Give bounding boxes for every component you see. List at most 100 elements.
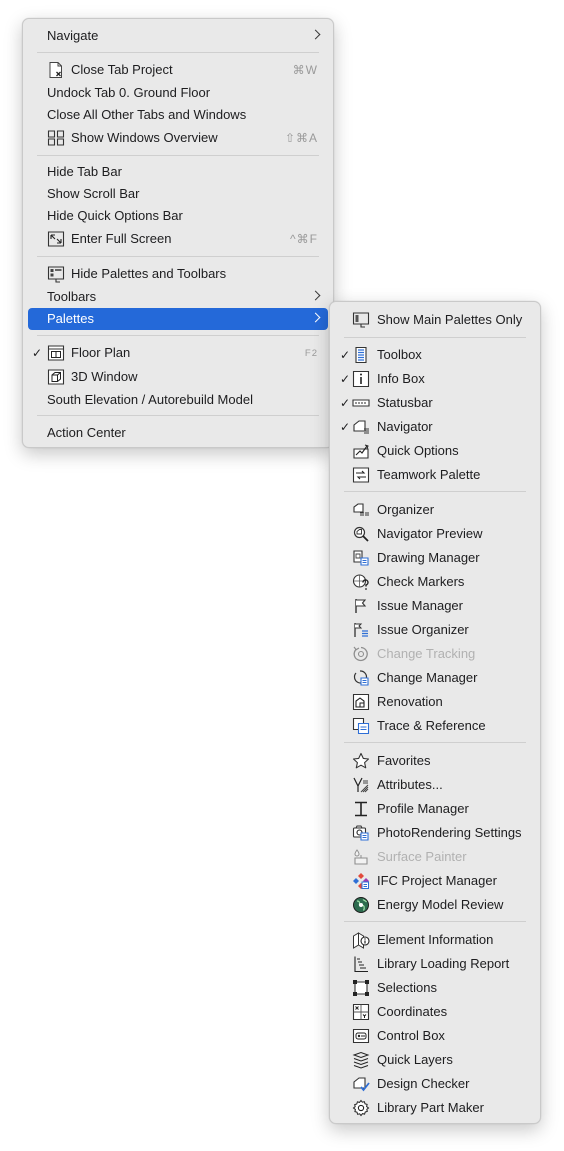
menu-item-label: Selections: [377, 980, 437, 995]
menu-item-attributes[interactable]: Attributes...: [335, 774, 535, 796]
menu-item-info-box[interactable]: ✓ Info Box: [335, 368, 535, 390]
menu-item-quick-layers[interactable]: Quick Layers: [335, 1049, 535, 1071]
menu-item-hide-palettes-toolbars[interactable]: Hide Palettes and Toolbars: [28, 263, 328, 285]
menu-item-action-center[interactable]: Action Center: [28, 422, 328, 444]
menu-item-label: Show Windows Overview: [71, 130, 218, 145]
menu-item-control-box[interactable]: Control Box: [335, 1025, 535, 1047]
menu-item-label: Floor Plan: [71, 345, 131, 360]
menu-item-selections[interactable]: Selections: [335, 977, 535, 999]
menu-item-trace-reference[interactable]: Trace & Reference: [335, 715, 535, 737]
menu-item-change-manager[interactable]: Change Manager: [335, 667, 535, 689]
menu-item-3d-window[interactable]: 3D Window: [28, 366, 328, 388]
ifc-logo-icon: [352, 872, 370, 890]
menu-item-undock-tab[interactable]: Undock Tab 0. Ground Floor: [28, 82, 328, 104]
menu-item-label: Issue Manager: [377, 598, 463, 613]
trace-reference-icon: [352, 717, 370, 735]
menu-item-label: Change Manager: [377, 670, 478, 685]
menu-item-change-tracking[interactable]: Change Tracking: [335, 643, 535, 665]
menu-item-label: Toolbox: [377, 347, 422, 362]
menu-item-favorites[interactable]: Favorites: [335, 750, 535, 772]
menu-item-hide-tab-bar[interactable]: Hide Tab Bar: [28, 161, 328, 183]
menu-separator: [344, 337, 526, 338]
chevron-right-icon: [310, 29, 321, 40]
3d-window-icon: [47, 368, 65, 386]
flag-icon: [352, 597, 370, 615]
checkmark-icon: ✓: [340, 372, 351, 386]
menu-item-label: Close Tab Project: [71, 62, 173, 77]
camera-icon: [352, 824, 370, 842]
menu-item-element-information[interactable]: Element Information: [335, 929, 535, 951]
menu-separator: [344, 491, 526, 492]
grid-overview-icon: [47, 129, 65, 147]
menu-item-label: Favorites: [377, 753, 431, 768]
menu-item-renovation[interactable]: Renovation: [335, 691, 535, 713]
checkmark-icon: ✓: [32, 346, 43, 360]
menu-item-profile-manager[interactable]: Profile Manager: [335, 798, 535, 820]
menu-item-label: Navigate: [47, 28, 99, 43]
menu-item-toolbars[interactable]: Toolbars: [28, 286, 328, 308]
menu-item-issue-manager[interactable]: Issue Manager: [335, 595, 535, 617]
coordinates-icon: [352, 1003, 370, 1021]
menu-item-statusbar[interactable]: ✓ Statusbar: [335, 392, 535, 414]
menu-item-label: Show Scroll Bar: [47, 186, 140, 201]
menu-item-drawing-manager[interactable]: Drawing Manager: [335, 547, 535, 569]
palettes-submenu: Show Main Palettes Only ✓ Toolbox ✓ Info…: [329, 301, 541, 1124]
menu-item-navigator[interactable]: ✓ Navigator: [335, 416, 535, 438]
selections-icon: [352, 979, 370, 997]
menu-separator: [37, 52, 319, 53]
menu-item-label: Organizer: [377, 502, 435, 517]
menu-item-label: Teamwork Palette: [377, 467, 481, 482]
menu-item-label: Renovation: [377, 694, 443, 709]
menu-item-label: Profile Manager: [377, 801, 469, 816]
shortcut-label: ⌘W: [292, 63, 318, 77]
drawing-manager-icon: [352, 549, 370, 567]
menu-item-label: 3D Window: [71, 369, 138, 384]
menu-item-show-scroll-bar[interactable]: Show Scroll Bar: [28, 183, 328, 205]
menu-item-navigate[interactable]: Navigate: [28, 25, 328, 47]
menu-item-label: Library Part Maker: [377, 1100, 484, 1115]
menu-item-label: Energy Model Review: [377, 897, 504, 912]
menu-item-label: Quick Options: [377, 443, 459, 458]
change-tracking-icon: [352, 645, 370, 663]
element-information-icon: [352, 931, 370, 949]
menu-item-photorendering-settings[interactable]: PhotoRendering Settings: [335, 822, 535, 844]
menu-item-hide-quick-options-bar[interactable]: Hide Quick Options Bar: [28, 205, 328, 227]
menu-item-show-windows-overview[interactable]: Show Windows Overview ⇧⌘A: [28, 127, 328, 149]
menu-item-organizer[interactable]: Organizer: [335, 499, 535, 521]
menu-item-show-main-palettes-only[interactable]: Show Main Palettes Only: [335, 309, 535, 331]
menu-item-label: Hide Tab Bar: [47, 164, 122, 179]
menu-item-label: Trace & Reference: [377, 718, 486, 733]
menu-item-energy-model-review[interactable]: Energy Model Review: [335, 894, 535, 916]
navigator-icon: [352, 418, 370, 436]
teamwork-icon: [352, 466, 370, 484]
menu-item-label: Design Checker: [377, 1076, 470, 1091]
menu-item-label: PhotoRendering Settings: [377, 825, 522, 840]
menu-item-label: Library Loading Report: [377, 956, 510, 971]
menu-item-check-markers[interactable]: Check Markers: [335, 571, 535, 593]
menu-item-ifc-project-manager[interactable]: IFC Project Manager: [335, 870, 535, 892]
menu-item-design-checker[interactable]: Design Checker: [335, 1073, 535, 1095]
menu-item-teamwork-palette[interactable]: Teamwork Palette: [335, 464, 535, 486]
close-document-icon: [47, 61, 65, 79]
menu-item-palettes[interactable]: Palettes: [28, 308, 328, 330]
menu-item-south-elevation[interactable]: South Elevation / Autorebuild Model: [28, 389, 328, 411]
change-manager-icon: [352, 669, 370, 687]
menu-item-navigator-preview[interactable]: Navigator Preview: [335, 523, 535, 545]
menu-item-library-loading-report[interactable]: Library Loading Report: [335, 953, 535, 975]
menu-item-enter-full-screen[interactable]: Enter Full Screen ^⌘F: [28, 228, 328, 250]
menu-item-surface-painter[interactable]: Surface Painter: [335, 846, 535, 868]
menu-item-label: Close All Other Tabs and Windows: [47, 107, 247, 122]
globe-icon: [352, 896, 370, 914]
menu-item-floor-plan[interactable]: ✓ Floor Plan F2: [28, 342, 328, 364]
menu-item-library-part-maker[interactable]: Library Part Maker: [335, 1097, 535, 1119]
menu-item-toolbox[interactable]: ✓ Toolbox: [335, 344, 535, 366]
menu-item-issue-organizer[interactable]: Issue Organizer: [335, 619, 535, 641]
menu-item-label: Enter Full Screen: [71, 231, 172, 246]
menu-item-label: Palettes: [47, 311, 94, 326]
menu-item-close-tab-project[interactable]: Close Tab Project ⌘W: [28, 59, 328, 81]
menu-item-coordinates[interactable]: Coordinates: [335, 1001, 535, 1023]
menu-item-label: Info Box: [377, 371, 425, 386]
menu-item-close-all-other[interactable]: Close All Other Tabs and Windows: [28, 104, 328, 126]
menu-item-label: Coordinates: [377, 1004, 448, 1019]
menu-item-quick-options[interactable]: Quick Options: [335, 440, 535, 462]
